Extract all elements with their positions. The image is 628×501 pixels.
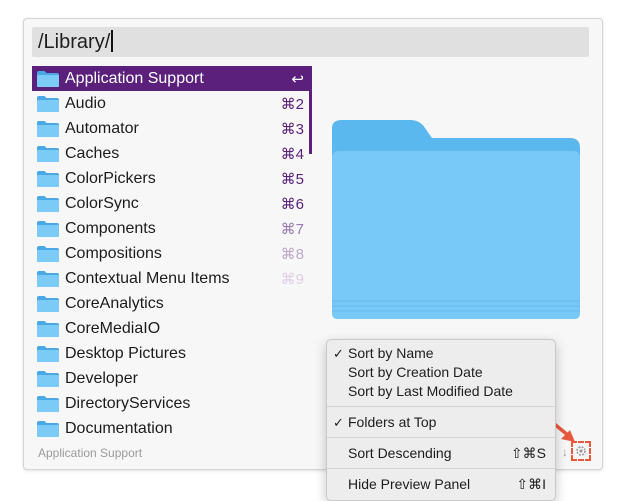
- folder-icon: [37, 95, 59, 112]
- folder-icon: [37, 270, 59, 287]
- list-item[interactable]: CoreAnalytics: [32, 291, 312, 316]
- list-item-shortcut: ⌘2: [280, 95, 304, 113]
- menu-item-sort-by-creation-date[interactable]: Sort by Creation Date: [327, 363, 555, 382]
- list-item-label: CoreMediaIO: [65, 319, 161, 337]
- menu-item-label: Sort by Creation Date: [348, 364, 483, 380]
- list-item[interactable]: Contextual Menu Items ⌘9: [32, 266, 312, 291]
- list-item-shortcut: ⌘3: [280, 120, 304, 138]
- folder-icon: [37, 245, 59, 262]
- menu-item-sort-by-name[interactable]: ✓ Sort by Name: [327, 344, 555, 363]
- list-item-label: Components: [65, 219, 156, 237]
- list-item[interactable]: ColorPickers ⌘5: [32, 166, 312, 191]
- list-item-label: Compositions: [65, 244, 162, 262]
- list-item-label: Documentation: [65, 419, 173, 437]
- search-input-value: /Library/: [38, 31, 111, 53]
- sort-options-menu: ✓ Sort by Name Sort by Creation Date Sor…: [326, 339, 556, 501]
- menu-item-label: Hide Preview Panel: [348, 476, 471, 492]
- list-item[interactable]: Audio ⌘2: [32, 91, 312, 116]
- list-item-shortcut: ⌘7: [280, 220, 304, 238]
- list-item-label: CoreAnalytics: [65, 294, 164, 312]
- list-item[interactable]: Application Support ↩: [32, 66, 312, 91]
- folder-icon: [37, 70, 59, 87]
- menu-item-sort-descending[interactable]: Sort Descending ⇧⌘S: [327, 444, 555, 463]
- folder-icon: [37, 295, 59, 312]
- list-item-shortcut: ⌘4: [280, 145, 304, 163]
- list-item[interactable]: Developer: [32, 366, 312, 391]
- gear-icon: [576, 446, 586, 456]
- checkmark-icon: ✓: [333, 346, 344, 361]
- list-item-shortcut: ⌘8: [280, 245, 304, 263]
- selected-item-label: Application Support: [38, 446, 143, 460]
- folder-icon: [37, 220, 59, 237]
- list-item-label: Automator: [65, 119, 139, 137]
- list-item-shortcut: ⌘6: [280, 195, 304, 213]
- list-item[interactable]: Components ⌘7: [32, 216, 312, 241]
- menu-item-label: Folders at Top: [348, 414, 437, 430]
- list-item[interactable]: Desktop Pictures: [32, 341, 312, 366]
- folder-icon: [37, 395, 59, 412]
- menu-separator: [327, 468, 555, 469]
- list-item-label: DirectoryServices: [65, 394, 191, 412]
- list-item-shortcut: ↩: [291, 70, 304, 88]
- menu-item-hide-preview-panel[interactable]: Hide Preview Panel ⇧⌘I: [327, 475, 555, 494]
- sort-direction-icon: ↓: [562, 445, 568, 459]
- list-item[interactable]: DirectoryServices: [32, 391, 312, 416]
- folder-icon: [37, 195, 59, 212]
- list-scrollbar[interactable]: [309, 66, 312, 154]
- text-caret: [111, 30, 113, 52]
- checkmark-icon: ✓: [333, 415, 344, 430]
- list-item-label: Developer: [65, 369, 138, 387]
- gear-button[interactable]: [571, 441, 591, 461]
- menu-item-shortcut: ⇧⌘I: [516, 476, 546, 492]
- list-item-shortcut: ⌘9: [280, 270, 304, 288]
- list-item[interactable]: Automator ⌘3: [32, 116, 312, 141]
- list-item[interactable]: ColorSync ⌘6: [32, 191, 312, 216]
- menu-separator: [327, 437, 555, 438]
- folder-icon: [37, 120, 59, 137]
- menu-item-label: Sort by Last Modified Date: [348, 383, 513, 399]
- folder-icon: [37, 370, 59, 387]
- folder-icon: [37, 420, 59, 437]
- list-item[interactable]: Caches ⌘4: [32, 141, 312, 166]
- list-item-label: ColorPickers: [65, 169, 156, 187]
- list-item[interactable]: Documentation: [32, 416, 312, 441]
- menu-item-shortcut: ⇧⌘S: [510, 445, 546, 461]
- list-item-label: Caches: [65, 144, 120, 162]
- menu-separator: [327, 406, 555, 407]
- menu-item-folders-at-top[interactable]: ✓ Folders at Top: [327, 413, 555, 432]
- search-input[interactable]: /Library/: [32, 27, 589, 57]
- menu-item-label: Sort Descending: [348, 445, 452, 461]
- menu-item-label: Sort by Name: [348, 345, 434, 361]
- large-folder-preview-icon: [332, 120, 580, 319]
- folder-list: Application Support ↩ Audio ⌘2 Automator…: [32, 66, 312, 441]
- folder-icon: [37, 145, 59, 162]
- folder-icon: [37, 170, 59, 187]
- list-item-label: Contextual Menu Items: [65, 269, 230, 287]
- folder-icon: [37, 320, 59, 337]
- folder-icon: [37, 345, 59, 362]
- list-item[interactable]: CoreMediaIO: [32, 316, 312, 341]
- list-item-shortcut: ⌘5: [280, 170, 304, 188]
- list-item-label: Audio: [65, 94, 106, 112]
- list-item-label: ColorSync: [65, 194, 139, 212]
- list-item-label: Application Support: [65, 69, 204, 87]
- list-item-label: Desktop Pictures: [65, 344, 186, 362]
- list-item[interactable]: Compositions ⌘8: [32, 241, 312, 266]
- menu-item-sort-by-last-modified-date[interactable]: Sort by Last Modified Date: [327, 382, 555, 401]
